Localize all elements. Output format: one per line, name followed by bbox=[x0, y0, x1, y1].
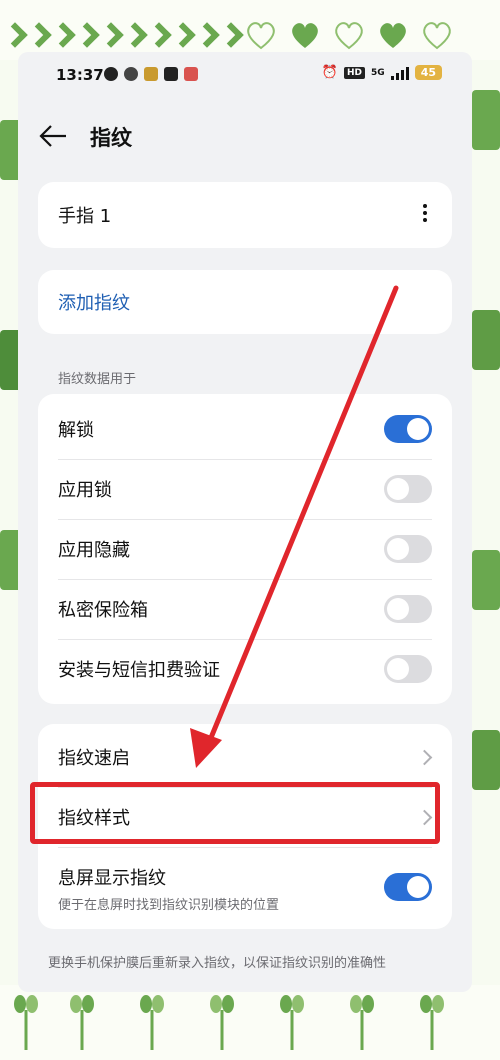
sprout-decoration bbox=[350, 995, 374, 1050]
private-safe-toggle[interactable] bbox=[384, 595, 432, 623]
decorative-frame-top bbox=[0, 0, 500, 60]
hd-badge: HD bbox=[344, 66, 366, 79]
footer-note: 更换手机保护膜后重新录入指纹，以保证指纹识别的准确性 bbox=[48, 956, 387, 971]
app-hide-toggle[interactable] bbox=[384, 535, 432, 563]
setting-label: 私密保险箱 bbox=[58, 600, 148, 621]
tiktok-icon bbox=[164, 67, 178, 81]
sprout-decoration bbox=[70, 995, 94, 1050]
setting-row-unlock[interactable]: 解锁 bbox=[38, 399, 452, 459]
notification-icons bbox=[104, 67, 198, 81]
alarm-icon: ⏰ bbox=[321, 65, 339, 80]
finger-item-label: 手指 1 bbox=[58, 206, 112, 227]
finger-item-card[interactable]: 手指 1 bbox=[38, 182, 452, 248]
sprout-decoration bbox=[140, 995, 164, 1050]
usage-settings-card: 解锁 应用锁 应用隐藏 私密保险箱 安装与短信扣费验证 bbox=[38, 394, 452, 704]
status-right-icons: ⏰ HD 5G 45 bbox=[322, 65, 442, 80]
app-notification-icon bbox=[184, 67, 198, 81]
setting-label: 应用锁 bbox=[58, 480, 112, 501]
chevron-right-icon bbox=[416, 749, 433, 766]
setting-label: 应用隐藏 bbox=[58, 540, 130, 561]
setting-row-screen-off-display[interactable]: 息屏显示指纹 便于在息屏时找到指纹识别模块的位置 bbox=[38, 852, 452, 922]
search-icon bbox=[124, 67, 138, 81]
setting-label: 安装与短信扣费验证 bbox=[58, 660, 220, 681]
page-header: 指纹 bbox=[18, 114, 472, 158]
sprout-decoration bbox=[280, 995, 304, 1050]
page-title: 指纹 bbox=[90, 126, 132, 150]
battery-indicator: 45 bbox=[414, 65, 442, 80]
phone-screen: 13:37 ⏰ HD 5G 45 指纹 手指 1 添加指纹 指纹数据用于 解锁 … bbox=[18, 52, 472, 992]
network-type: 5G bbox=[371, 67, 385, 78]
heart-icon bbox=[244, 18, 278, 52]
app-notification-icon bbox=[144, 67, 158, 81]
screen-off-display-toggle[interactable] bbox=[384, 873, 432, 901]
sprout-decoration bbox=[210, 995, 234, 1050]
setting-label: 息屏显示指纹 bbox=[58, 868, 166, 889]
back-arrow-icon[interactable] bbox=[38, 122, 68, 150]
heart-icon bbox=[288, 18, 322, 52]
setting-row-quick-start[interactable]: 指纹速启 bbox=[38, 727, 452, 787]
status-time: 13:37 bbox=[56, 66, 104, 84]
status-bar: 13:37 ⏰ HD 5G 45 bbox=[18, 52, 472, 100]
setting-row-install-sms-verify[interactable]: 安装与短信扣费验证 bbox=[38, 639, 452, 699]
chevron-border-decoration bbox=[4, 24, 240, 44]
heart-icon bbox=[420, 18, 454, 52]
more-options-icon[interactable] bbox=[422, 204, 428, 226]
unlock-toggle[interactable] bbox=[384, 415, 432, 443]
setting-row-private-safe[interactable]: 私密保险箱 bbox=[38, 579, 452, 639]
app-lock-toggle[interactable] bbox=[384, 475, 432, 503]
sprout-decoration bbox=[420, 995, 444, 1050]
setting-label: 解锁 bbox=[58, 420, 94, 441]
annotation-highlight-box bbox=[30, 782, 440, 844]
heart-icon bbox=[332, 18, 366, 52]
gift-decoration bbox=[472, 730, 500, 790]
heart-icon bbox=[376, 18, 410, 52]
add-fingerprint-button[interactable]: 添加指纹 bbox=[38, 270, 452, 334]
wechat-icon bbox=[104, 67, 118, 81]
setting-row-app-lock[interactable]: 应用锁 bbox=[38, 459, 452, 519]
sprout-decoration bbox=[14, 995, 38, 1050]
install-sms-verify-toggle[interactable] bbox=[384, 655, 432, 683]
setting-row-app-hide[interactable]: 应用隐藏 bbox=[38, 519, 452, 579]
add-fingerprint-label: 添加指纹 bbox=[58, 293, 130, 314]
divider bbox=[58, 847, 432, 848]
gift-decoration bbox=[472, 310, 500, 370]
section-title-usage: 指纹数据用于 bbox=[58, 372, 137, 387]
setting-label: 指纹速启 bbox=[58, 748, 130, 769]
gift-decoration bbox=[472, 550, 500, 610]
signal-icon bbox=[390, 66, 409, 80]
heart-border-decoration bbox=[244, 18, 454, 52]
setting-sublabel: 便于在息屏时找到指纹识别模块的位置 bbox=[58, 898, 280, 913]
gift-decoration bbox=[472, 90, 500, 150]
